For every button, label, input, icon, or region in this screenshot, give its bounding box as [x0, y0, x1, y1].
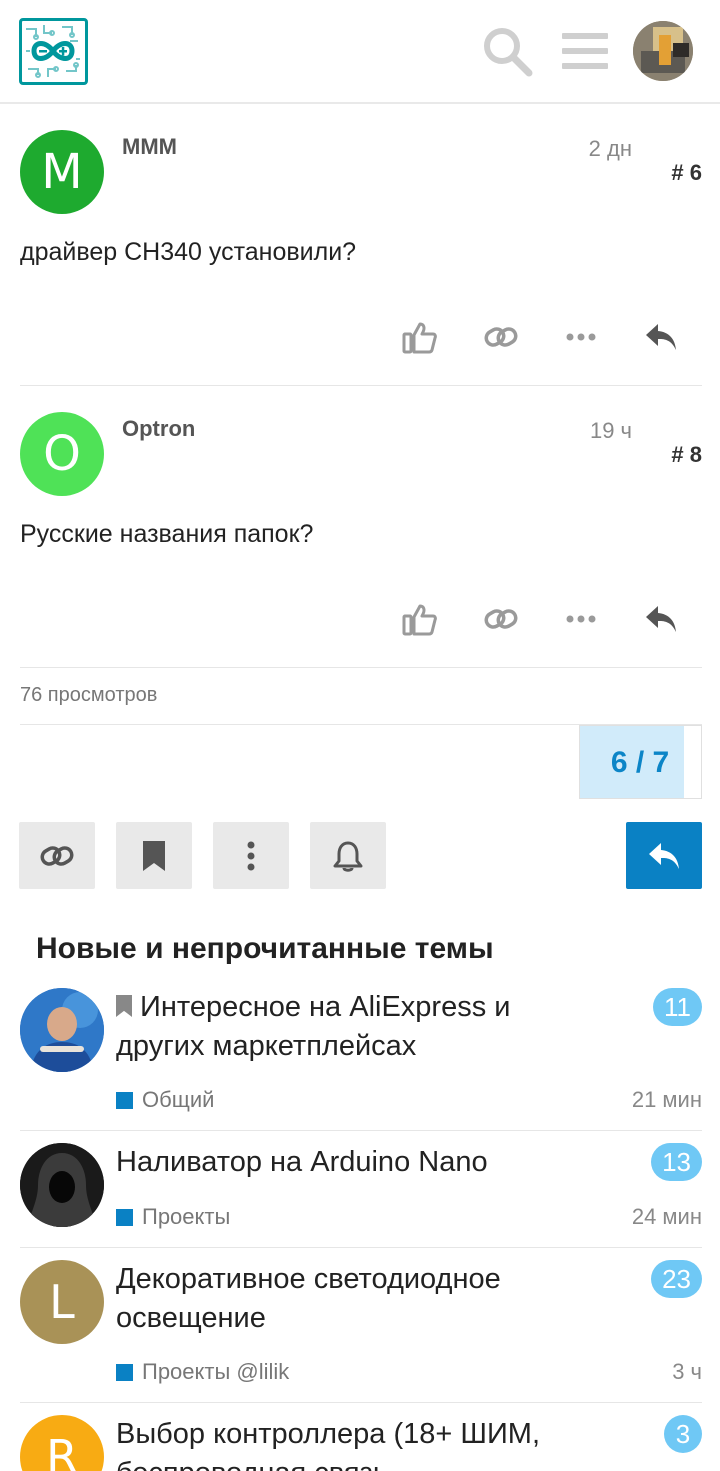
category-name: Проекты @lilik	[142, 1359, 290, 1384]
reply-topic-button[interactable]	[626, 822, 702, 889]
reply-icon	[646, 324, 676, 350]
topic-title[interactable]: Наливатор на Arduino Nano	[116, 1143, 586, 1182]
like-button[interactable]	[399, 598, 441, 640]
more-horizontal-icon	[566, 615, 596, 623]
bookmark-icon	[116, 995, 132, 1017]
more-horizontal-icon	[566, 333, 596, 341]
bookmark-icon	[143, 840, 165, 871]
bell-icon	[333, 841, 363, 872]
reply-icon	[646, 606, 676, 632]
reply-button[interactable]	[640, 598, 682, 640]
topic-category[interactable]: Общий	[116, 1087, 214, 1113]
unread-count-badge[interactable]: 3	[664, 1415, 702, 1453]
link-icon	[484, 327, 518, 347]
unread-count-badge[interactable]: 23	[651, 1260, 702, 1298]
more-options-button[interactable]	[213, 822, 289, 889]
section-title: Новые и непрочитанные темы	[36, 932, 494, 965]
divider	[20, 385, 702, 386]
post-body: Русские названия папок?	[20, 520, 314, 548]
avatar[interactable]: R	[20, 1415, 104, 1471]
topic-category[interactable]: Проекты @lilik	[116, 1359, 289, 1385]
like-button[interactable]	[399, 316, 441, 358]
unread-count-badge[interactable]: 13	[651, 1143, 702, 1181]
post-actions	[20, 316, 702, 358]
post-body: драйвер CH340 установили?	[20, 238, 357, 266]
topic-time[interactable]: 24 мин	[632, 1204, 702, 1230]
topic-item[interactable]: L Декоративное светодиодное освещение 23…	[20, 1260, 702, 1403]
user-avatar[interactable]	[633, 21, 693, 81]
post-time[interactable]: 19 ч	[590, 418, 632, 444]
post-number[interactable]: # 8	[671, 442, 702, 468]
more-vertical-icon	[247, 841, 255, 870]
post-username[interactable]: MMM	[122, 134, 177, 160]
arduino-infinity-logo[interactable]	[19, 18, 88, 85]
menu-button[interactable]	[556, 22, 614, 80]
reply-button[interactable]	[640, 316, 682, 358]
thumbs-up-icon	[402, 604, 437, 636]
topic-item[interactable]: Интересное на AliExpress и других маркет…	[20, 988, 702, 1131]
topic-time[interactable]: 21 мин	[632, 1087, 702, 1113]
copy-link-button[interactable]	[480, 316, 522, 358]
bookmark-button[interactable]	[116, 822, 192, 889]
copy-link-button[interactable]	[480, 598, 522, 640]
post-actions	[20, 598, 702, 640]
avatar[interactable]	[20, 1143, 104, 1227]
avatar[interactable]: L	[20, 1260, 104, 1344]
topic-title[interactable]: Декоративное светодиодное освещение	[116, 1260, 586, 1338]
search-icon	[484, 28, 533, 77]
post-number[interactable]: # 6	[671, 160, 702, 186]
share-link-button[interactable]	[19, 822, 95, 889]
divider	[20, 1247, 702, 1248]
avatar[interactable]: M	[20, 130, 104, 214]
topic-category[interactable]: Проекты	[116, 1204, 230, 1230]
topic-title-text: Интересное на AliExpress и других маркет…	[116, 991, 511, 1062]
category-color-square	[116, 1363, 133, 1381]
site-header	[0, 0, 720, 104]
hamburger-icon	[562, 33, 608, 69]
divider	[20, 667, 702, 668]
topic-item[interactable]: Наливатор на Arduino Nano 13 Проекты 24 …	[20, 1143, 702, 1248]
divider	[20, 1130, 702, 1131]
topic-title[interactable]: Интересное на AliExpress и других маркет…	[116, 988, 586, 1066]
category-name: Общий	[142, 1087, 215, 1112]
topic-item[interactable]: R Выбор контроллера (18+ ШИМ, беспроводн…	[20, 1415, 702, 1471]
link-icon	[484, 609, 518, 629]
unread-count-badge[interactable]: 11	[653, 988, 702, 1026]
divider	[20, 1402, 702, 1403]
thumbs-up-icon	[402, 322, 437, 354]
post-username[interactable]: Optron	[122, 416, 195, 442]
category-name: Проекты	[142, 1204, 231, 1229]
progress-label: 6 / 7	[610, 746, 670, 779]
topic-title[interactable]: Выбор контроллера (18+ ШИМ, беспроводная…	[116, 1415, 586, 1471]
link-icon	[40, 845, 74, 866]
post-6: M MMM 2 дн # 6 драйвер CH340 установили?	[20, 130, 702, 386]
notifications-button[interactable]	[310, 822, 386, 889]
avatar[interactable]	[20, 988, 104, 1072]
avatar[interactable]: O	[20, 412, 104, 496]
reply-icon	[649, 842, 679, 869]
search-button[interactable]	[478, 22, 536, 80]
topic-progress[interactable]: 6 / 7	[579, 725, 702, 799]
category-color-square	[116, 1208, 133, 1226]
more-button[interactable]	[560, 316, 602, 358]
post-8: O Optron 19 ч # 8 Русские названия папок…	[20, 412, 702, 668]
category-color-square	[116, 1091, 133, 1109]
more-button[interactable]	[560, 598, 602, 640]
topic-time[interactable]: 3 ч	[672, 1359, 702, 1385]
post-time[interactable]: 2 дн	[589, 136, 632, 162]
views-count: 76 просмотров	[20, 684, 158, 706]
